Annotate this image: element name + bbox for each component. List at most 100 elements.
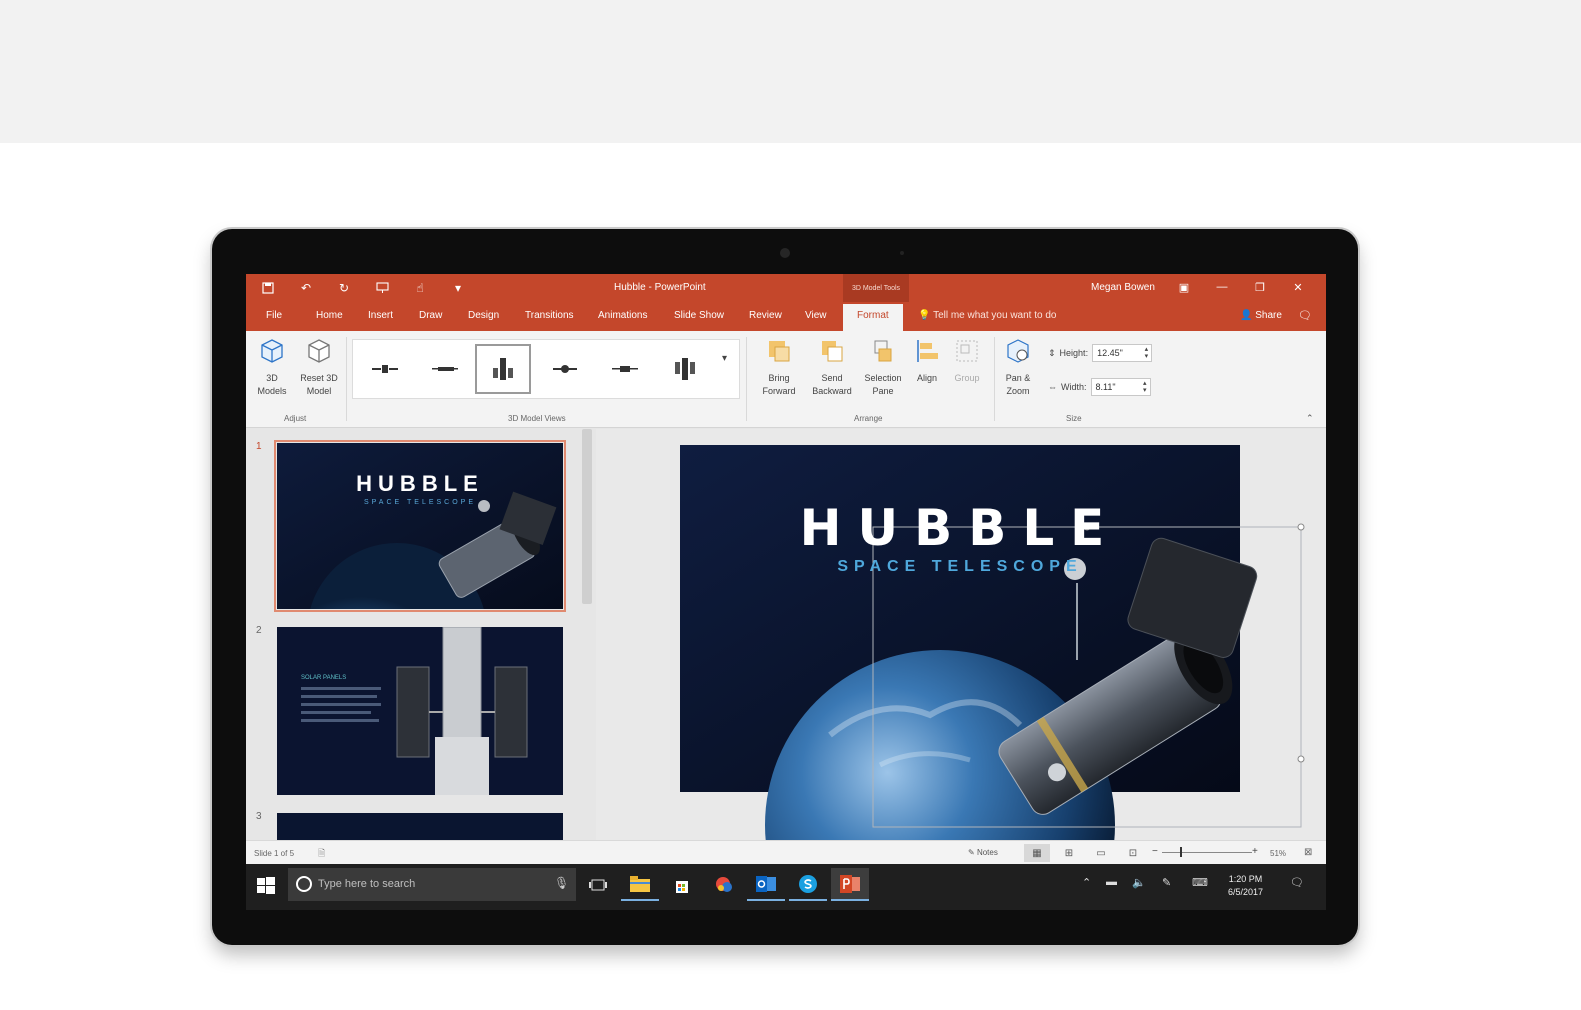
taskbar-search[interactable]: Type here to search 🎙 (288, 868, 576, 901)
keyboard-icon[interactable]: ⌨ (1192, 876, 1208, 889)
share-button[interactable]: 👤 Share (1240, 310, 1282, 321)
tell-me-search[interactable]: 💡 Tell me what you want to do (918, 310, 1056, 321)
notes-button[interactable]: ✎ Notes (968, 848, 998, 857)
action-center-icon[interactable]: 🗨 (1290, 876, 1304, 889)
show-hidden-icons[interactable]: ⌃ (1082, 876, 1091, 889)
close-icon[interactable]: ✕ (1290, 279, 1306, 295)
slide-thumbnail-2[interactable]: SOLAR PANELS (277, 627, 563, 795)
slide-sorter-icon[interactable]: ⊞ (1056, 844, 1082, 862)
align-icon (917, 340, 938, 362)
main-slide-title[interactable]: HUBBLE (680, 499, 1240, 557)
view-preset-1[interactable] (357, 344, 413, 394)
3d-models-label-1: 3D (266, 373, 278, 383)
taskbar-clock[interactable]: 1:20 PM 6/5/2017 (1228, 873, 1263, 899)
zoom-slider-thumb[interactable] (1180, 847, 1182, 857)
view-preset-3[interactable] (475, 344, 531, 394)
view-preset-5[interactable] (597, 344, 653, 394)
fit-to-window-icon[interactable]: ⊠ (1304, 847, 1312, 858)
3d-models-button[interactable]: 3D Models (256, 337, 288, 398)
reading-view-icon[interactable]: ▭ (1088, 844, 1114, 862)
customize-icon[interactable]: ▾ (450, 280, 466, 296)
paint-icon[interactable] (705, 868, 743, 901)
clock-date: 6/5/2017 (1228, 887, 1264, 897)
main-slide[interactable]: HUBBLE SPACE TELESCOPE (680, 445, 1305, 910)
microphone-icon[interactable]: 🎙 (554, 876, 569, 890)
present-icon[interactable] (374, 280, 390, 296)
outlook-icon[interactable] (747, 868, 785, 901)
zoom-level[interactable]: 51% (1270, 849, 1286, 858)
file-explorer-icon[interactable] (621, 868, 659, 901)
send-backward-button[interactable]: Send Backward (806, 337, 858, 398)
main-slide-artwork (680, 445, 1305, 910)
height-input[interactable]: 12.45" ▴ ▾ (1092, 344, 1153, 362)
group-button[interactable]: Group (950, 337, 984, 385)
tab-view[interactable]: View (805, 310, 827, 321)
tab-slide-show[interactable]: Slide Show (674, 310, 724, 321)
thumbnail-scrollbar[interactable] (582, 429, 592, 604)
quick-access-toolbar: ↶ ↻ ☝ ▾ (260, 280, 466, 296)
main-slide-subtitle[interactable]: SPACE TELESCOPE (680, 558, 1240, 576)
slide-thumbnail-1[interactable]: HUBBLE SPACE TELESCOPE (274, 440, 566, 612)
spinner-icon[interactable]: ▴ ▾ (1143, 380, 1147, 394)
collapse-ribbon-icon[interactable]: ⌃ (1306, 413, 1314, 424)
bring-label-2: Forward (762, 386, 796, 396)
slide-show-icon[interactable]: ⊡ (1120, 844, 1146, 862)
slide-number: 2 (256, 625, 262, 636)
pen-icon[interactable]: ✎ (1162, 876, 1171, 889)
ribbon-display-icon[interactable]: ▣ (1176, 279, 1192, 295)
selection-pane-button[interactable]: Selection Pane (860, 337, 906, 398)
width-input[interactable]: 8.11" ▴ ▾ (1090, 378, 1151, 396)
view-preset-2[interactable] (417, 344, 473, 394)
reset-cube-icon (308, 339, 330, 363)
spell-check-icon[interactable]: 🗎 (318, 846, 325, 862)
minimize-icon[interactable]: — (1214, 279, 1230, 295)
normal-view-icon[interactable]: ▦ (1024, 844, 1050, 862)
bring-forward-button[interactable]: Bring Forward (756, 337, 802, 398)
pan-zoom-button[interactable]: Pan & Zoom (1000, 337, 1036, 398)
view-preset-6[interactable] (657, 344, 713, 394)
store-icon[interactable] (663, 868, 701, 901)
restore-icon[interactable]: ❐ (1252, 279, 1268, 295)
redo-icon[interactable]: ↻ (336, 280, 352, 296)
slide-thumbnail-3[interactable] (277, 813, 563, 843)
comment-icon[interactable]: 🗨 (1298, 309, 1312, 322)
share-label: Share (1255, 310, 1282, 321)
group-label-adjust: Adjust (284, 414, 307, 423)
tab-draw[interactable]: Draw (419, 310, 442, 321)
save-icon[interactable] (260, 280, 276, 296)
gallery-more-icon[interactable]: ▾ (722, 353, 727, 364)
spinner-icon[interactable]: ▴ ▾ (1145, 346, 1149, 360)
tab-animations[interactable]: Animations (598, 310, 647, 321)
windows-start-icon[interactable] (256, 876, 276, 896)
skype-icon[interactable] (789, 868, 827, 901)
task-view-icon[interactable] (579, 868, 617, 901)
selection-pane-icon (874, 340, 892, 362)
status-bar: Slide 1 of 5 🗎 ✎ Notes ▦ ⊞ ▭ ⊡ − + 51% ⊠ (246, 840, 1326, 864)
tab-insert[interactable]: Insert (368, 310, 393, 321)
tab-review[interactable]: Review (749, 310, 782, 321)
touch-mode-icon[interactable]: ☝ (412, 280, 428, 296)
screen: ↶ ↻ ☝ ▾ Hubble - PowerPoint 3D Model Too… (246, 274, 1326, 910)
user-name[interactable]: Megan Bowen (1091, 282, 1155, 293)
thumbnail-2-heading: SOLAR PANELS (301, 675, 347, 681)
tab-transitions[interactable]: Transitions (525, 310, 574, 321)
powerpoint-icon[interactable] (831, 868, 869, 901)
height-value: 12.45" (1097, 348, 1123, 358)
group-separator (994, 337, 995, 421)
undo-icon[interactable]: ↶ (298, 280, 314, 296)
battery-icon[interactable]: ▬ (1106, 876, 1117, 888)
tab-design[interactable]: Design (468, 310, 499, 321)
reset-3d-model-button[interactable]: Reset 3D Model (296, 337, 342, 398)
volume-icon[interactable]: 🔈 (1132, 876, 1146, 889)
view-preset-4[interactable] (537, 344, 593, 394)
zoom-slider[interactable] (1162, 852, 1252, 853)
tab-format[interactable]: Format (843, 304, 903, 331)
clock-time: 1:20 PM (1228, 874, 1263, 884)
group-label-arrange: Arrange (854, 414, 883, 423)
cube-icon (261, 339, 283, 363)
tab-file[interactable]: File (266, 310, 282, 321)
tab-home[interactable]: Home (316, 310, 343, 321)
zoom-in-icon[interactable]: + (1252, 846, 1258, 857)
zoom-out-icon[interactable]: − (1152, 846, 1158, 857)
align-button[interactable]: Align (910, 337, 944, 385)
